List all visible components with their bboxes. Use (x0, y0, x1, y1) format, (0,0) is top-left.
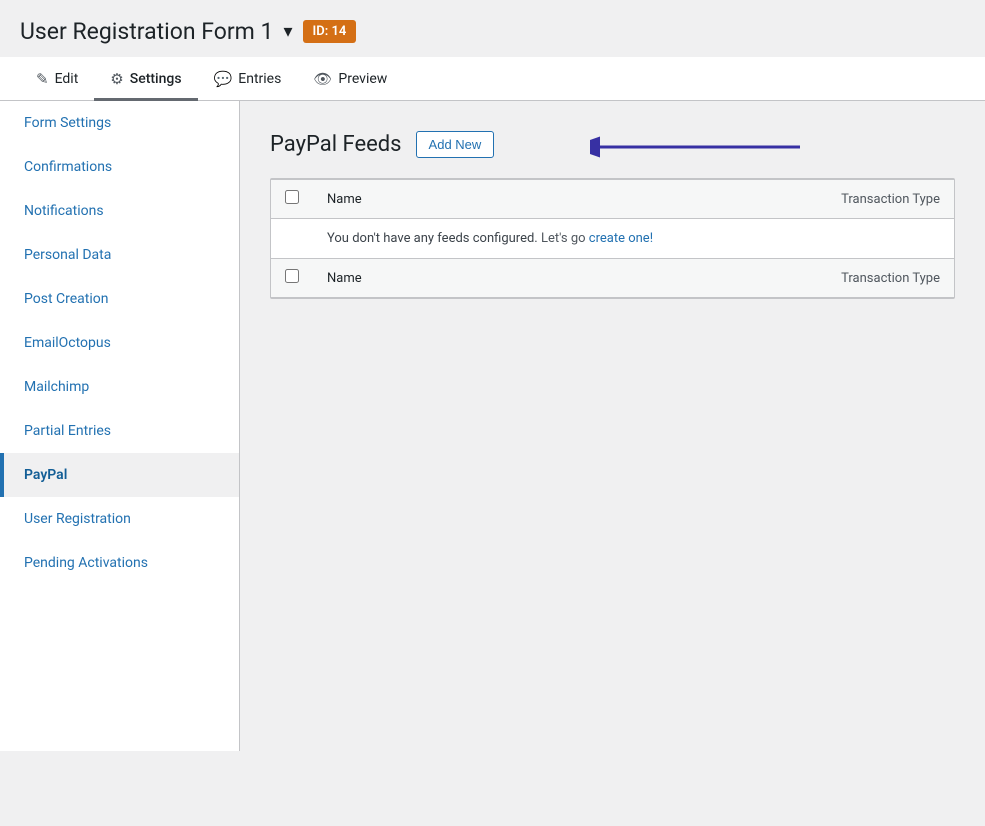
tab-entries-label: Entries (238, 71, 281, 87)
tab-edit[interactable]: ✎ Edit (20, 58, 94, 101)
sidebar-form-settings[interactable]: Form Settings (0, 101, 239, 145)
edit-icon: ✎ (36, 70, 49, 88)
title-dropdown-icon[interactable]: ▾ (283, 21, 292, 42)
tab-entries[interactable]: 💬 Entries (198, 58, 298, 101)
empty-row-checkbox-cell (271, 219, 313, 259)
settings-icon: ⚙ (110, 70, 123, 88)
arrow-annotation (590, 129, 810, 169)
tab-settings[interactable]: ⚙ Settings (94, 58, 197, 101)
feeds-table-panel: Name Transaction Type You don't have any… (270, 178, 955, 299)
feeds-title: PayPal Feeds (270, 132, 402, 157)
main-layout: Form Settings Confirmations Notification… (0, 101, 985, 751)
table-empty-row: You don't have any feeds configured. Let… (271, 219, 954, 259)
create-one-link[interactable]: create one! (589, 231, 653, 246)
preview-icon: 👁 (313, 70, 332, 88)
footer-name-col: Name (313, 259, 655, 298)
empty-message-prefix: You don't have any feeds configured. (327, 231, 538, 246)
tab-preview-label: Preview (338, 71, 387, 87)
sidebar-notifications[interactable]: Notifications (0, 189, 239, 233)
entries-icon: 💬 (214, 70, 233, 88)
sidebar-partial-entries[interactable]: Partial Entries (0, 409, 239, 453)
tab-settings-label: Settings (130, 71, 182, 87)
header-name-col: Name (313, 180, 655, 219)
empty-message-cell: You don't have any feeds configured. Let… (313, 219, 954, 259)
footer-select-all-checkbox[interactable] (285, 269, 299, 283)
tab-edit-label: Edit (55, 71, 79, 87)
sidebar-emailoctopus[interactable]: EmailOctopus (0, 321, 239, 365)
id-badge: ID: 14 (303, 20, 357, 43)
page-title: User Registration Form 1 (20, 18, 273, 45)
footer-checkbox-col (271, 259, 313, 298)
tab-preview[interactable]: 👁 Preview (297, 58, 403, 101)
table-footer-row: Name Transaction Type (271, 259, 954, 298)
footer-type-col: Transaction Type (655, 259, 955, 298)
header-type-col: Transaction Type (655, 180, 955, 219)
add-new-button[interactable]: Add New (416, 131, 495, 158)
content-area: PayPal Feeds Add New (240, 101, 985, 751)
sidebar-user-registration[interactable]: User Registration (0, 497, 239, 541)
sidebar-paypal[interactable]: PayPal (0, 453, 239, 497)
sidebar-mailchimp[interactable]: Mailchimp (0, 365, 239, 409)
sidebar: Form Settings Confirmations Notification… (0, 101, 240, 751)
sidebar-pending-activations[interactable]: Pending Activations (0, 541, 239, 585)
sidebar-post-creation[interactable]: Post Creation (0, 277, 239, 321)
sidebar-personal-data[interactable]: Personal Data (0, 233, 239, 277)
sidebar-confirmations[interactable]: Confirmations (0, 145, 239, 189)
feeds-table: Name Transaction Type You don't have any… (271, 179, 954, 298)
table-header-row: Name Transaction Type (271, 180, 954, 219)
page-header: User Registration Form 1 ▾ ID: 14 (0, 0, 985, 57)
lets-go-label: Let's go (541, 231, 586, 246)
nav-tabs-bar: ✎ Edit ⚙ Settings 💬 Entries 👁 Preview (0, 57, 985, 101)
feeds-header: PayPal Feeds Add New (270, 131, 955, 178)
header-checkbox-col (271, 180, 313, 219)
select-all-checkbox[interactable] (285, 190, 299, 204)
